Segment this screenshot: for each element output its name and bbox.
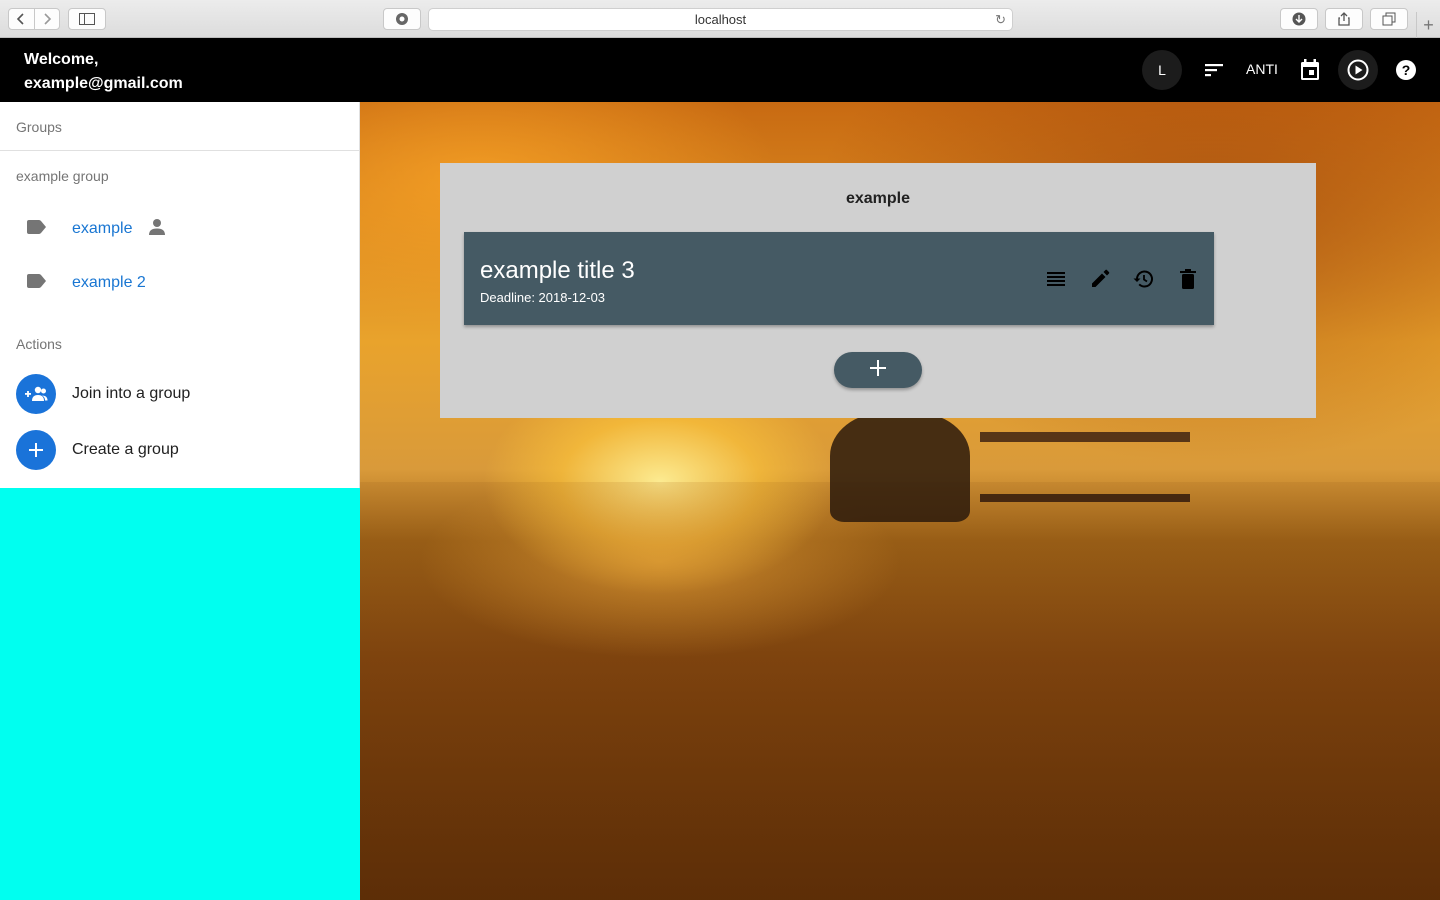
task-card[interactable]: example title 3 Deadline: 2018-12-03 bbox=[464, 232, 1214, 325]
join-group-action[interactable]: Join into a group bbox=[0, 368, 360, 420]
anti-toggle[interactable]: ANTI bbox=[1246, 61, 1278, 77]
label-icon bbox=[26, 219, 46, 239]
person-icon bbox=[148, 218, 166, 241]
share-icon[interactable] bbox=[1325, 8, 1363, 30]
action-label: Join into a group bbox=[72, 385, 191, 402]
sidebar-item-label: example bbox=[72, 220, 133, 237]
list-icon[interactable] bbox=[1044, 267, 1068, 291]
sidebar-divider bbox=[0, 150, 360, 151]
calendar-icon[interactable] bbox=[1290, 50, 1330, 90]
app-header: Welcome, example@gmail.com L ANTI ? bbox=[0, 38, 1440, 102]
back-icon[interactable] bbox=[9, 9, 34, 29]
group-name: example group bbox=[16, 168, 109, 184]
sidebar: Groups example group example example 2 A… bbox=[0, 102, 360, 488]
play-circle-icon[interactable] bbox=[1338, 50, 1378, 90]
group-add-icon bbox=[16, 374, 56, 414]
history-icon[interactable] bbox=[1131, 267, 1155, 291]
add-task-button[interactable] bbox=[834, 352, 922, 388]
bench bbox=[980, 432, 1190, 502]
tabs-icon[interactable] bbox=[1370, 8, 1408, 30]
download-icon[interactable] bbox=[1280, 8, 1318, 30]
tree-trunk bbox=[830, 412, 970, 522]
user-email: example@gmail.com bbox=[24, 75, 183, 92]
sidebar-item-label: example 2 bbox=[72, 274, 146, 291]
browser-toolbar: localhost ↻ + bbox=[0, 0, 1440, 38]
sidebar-icon[interactable] bbox=[68, 8, 106, 30]
nav-buttons bbox=[8, 8, 60, 30]
task-title: example title 3 bbox=[480, 257, 635, 284]
panel-title: example bbox=[845, 190, 911, 207]
group-panel: example example title 3 Deadline: 2018-1… bbox=[440, 163, 1316, 418]
edit-icon[interactable] bbox=[1088, 267, 1112, 291]
forward-icon[interactable] bbox=[33, 9, 60, 29]
welcome-text: Welcome, example@gmail.com bbox=[24, 48, 183, 96]
address-bar[interactable]: localhost ↻ bbox=[428, 8, 1013, 31]
ground bbox=[360, 482, 1440, 900]
groups-heading: Groups bbox=[16, 119, 62, 135]
label-icon bbox=[26, 273, 46, 293]
task-deadline: Deadline: 2018-12-03 bbox=[480, 290, 606, 305]
delete-icon[interactable] bbox=[1176, 267, 1200, 291]
actions-heading: Actions bbox=[16, 336, 62, 352]
reload-icon[interactable]: ↻ bbox=[995, 12, 1006, 28]
welcome-greeting: Welcome, bbox=[24, 51, 99, 68]
create-group-action[interactable]: Create a group bbox=[0, 424, 360, 476]
new-tab-icon[interactable]: + bbox=[1416, 12, 1440, 38]
extension-icon[interactable] bbox=[383, 8, 421, 30]
svg-text:?: ? bbox=[1402, 62, 1411, 78]
sidebar-item-example[interactable]: example bbox=[0, 205, 360, 253]
sidebar-filler bbox=[0, 488, 360, 900]
action-label: Create a group bbox=[72, 441, 179, 458]
add-icon bbox=[870, 359, 886, 381]
help-icon[interactable]: ? bbox=[1386, 50, 1426, 90]
add-icon bbox=[16, 430, 56, 470]
sort-icon[interactable] bbox=[1194, 50, 1234, 90]
url-text: localhost bbox=[694, 12, 747, 27]
avatar-letter: L bbox=[1158, 62, 1166, 78]
avatar[interactable]: L bbox=[1142, 50, 1182, 90]
sidebar-item-example-2[interactable]: example 2 bbox=[0, 259, 360, 307]
